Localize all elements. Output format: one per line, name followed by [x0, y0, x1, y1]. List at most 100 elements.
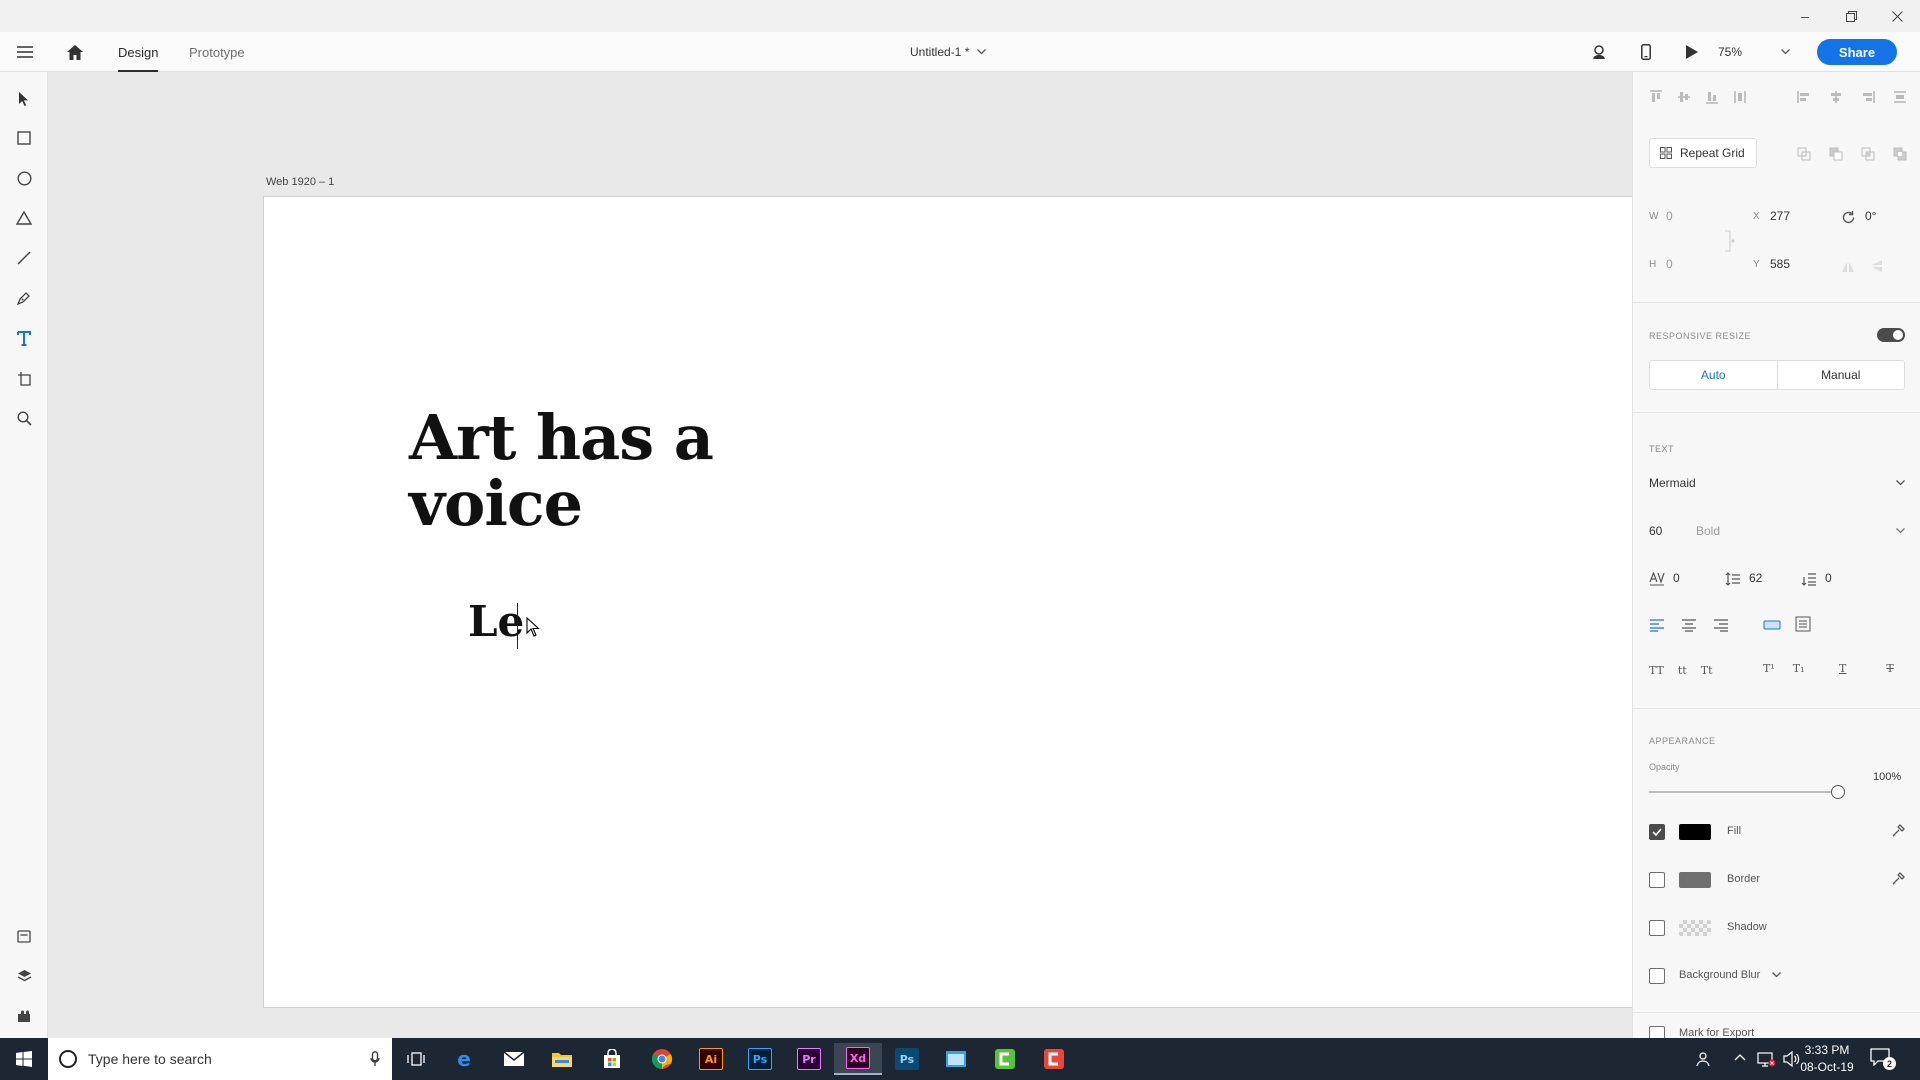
action-center-button[interactable]: 2 — [1870, 1048, 1896, 1070]
taskbar-chrome[interactable] — [638, 1043, 686, 1075]
paragraph-spacing-field[interactable]: 0 — [1825, 571, 1832, 585]
people-icon[interactable] — [1696, 1050, 1714, 1068]
responsive-resize-toggle[interactable] — [1877, 328, 1905, 342]
boolean-exclude-icon[interactable] — [1893, 147, 1907, 161]
fixed-size-text-icon[interactable] — [1795, 616, 1811, 632]
align-middle-icon[interactable] — [1677, 90, 1691, 104]
restore-button[interactable] — [1828, 0, 1874, 32]
taskbar-camtasia-red[interactable] — [1030, 1043, 1078, 1075]
text-align-right-icon[interactable] — [1713, 618, 1729, 632]
background-blur-select[interactable]: Background Blur — [1679, 969, 1782, 981]
fill-color-swatch[interactable] — [1679, 824, 1711, 840]
zoom-select[interactable]: 75% — [1718, 42, 1790, 62]
line-tool[interactable] — [12, 246, 36, 270]
polygon-tool[interactable] — [12, 206, 36, 230]
text-being-typed[interactable]: Le — [468, 597, 524, 647]
share-button[interactable]: Share — [1817, 39, 1897, 65]
x-field[interactable]: 277 — [1770, 209, 1790, 223]
rotation-field[interactable]: 0° — [1865, 209, 1876, 223]
zoom-tool[interactable] — [12, 406, 36, 430]
shadow-color-swatch[interactable] — [1679, 920, 1711, 936]
eyedropper-icon[interactable] — [1891, 872, 1905, 886]
taskbar-premiere[interactable]: Pr — [785, 1043, 833, 1075]
lowercase-icon[interactable]: tt — [1678, 664, 1687, 677]
lock-aspect-icon[interactable] — [1723, 230, 1737, 252]
border-checkbox[interactable] — [1649, 872, 1665, 888]
auto-width-text-icon[interactable] — [1763, 618, 1781, 632]
hamburger-menu-button[interactable] — [14, 42, 36, 62]
taskbar-photoshop-2[interactable]: Ps — [883, 1043, 931, 1075]
boolean-subtract-icon[interactable] — [1829, 147, 1843, 161]
background-blur-checkbox[interactable] — [1649, 968, 1665, 984]
text-align-left-icon[interactable] — [1649, 618, 1665, 632]
resize-auto-option[interactable]: Auto — [1650, 361, 1778, 389]
font-weight-select[interactable]: Bold — [1696, 524, 1905, 538]
taskbar-app-blue[interactable] — [932, 1043, 980, 1075]
flip-vertical-icon[interactable] — [1871, 259, 1883, 273]
rectangle-tool[interactable] — [12, 126, 36, 150]
fill-checkbox[interactable] — [1649, 824, 1665, 840]
chevron-up-icon[interactable] — [1734, 1053, 1746, 1061]
distribute-horizontal-icon[interactable] — [1893, 90, 1907, 104]
align-center-icon[interactable] — [1829, 90, 1843, 104]
width-field[interactable]: 0 — [1666, 209, 1673, 223]
ellipse-tool[interactable] — [12, 166, 36, 190]
taskbar-illustrator[interactable]: Ai — [687, 1043, 735, 1075]
opacity-value[interactable]: 100% — [1873, 771, 1901, 783]
character-spacing-field[interactable]: 0 — [1673, 571, 1680, 585]
tab-prototype[interactable]: Prototype — [189, 32, 245, 72]
home-button[interactable] — [64, 41, 86, 63]
text-align-center-icon[interactable] — [1681, 618, 1697, 632]
taskbar-store[interactable] — [588, 1043, 636, 1075]
tab-design[interactable]: Design — [118, 32, 159, 72]
taskbar-camtasia-green[interactable] — [981, 1043, 1029, 1075]
artboard[interactable]: Art has a voice Le — [263, 196, 1632, 1008]
strikethrough-icon[interactable]: T — [1886, 662, 1893, 675]
mark-for-export-checkbox[interactable] — [1649, 1026, 1665, 1038]
titlecase-icon[interactable]: Tt — [1701, 664, 1713, 677]
boolean-intersect-icon[interactable] — [1861, 147, 1875, 161]
select-tool[interactable] — [12, 86, 36, 110]
taskbar-photoshop[interactable]: Ps — [736, 1043, 784, 1075]
pen-tool[interactable] — [12, 286, 36, 310]
underline-icon[interactable]: T — [1839, 662, 1846, 675]
opacity-slider-thumb[interactable] — [1831, 785, 1845, 799]
taskbar-mail[interactable] — [490, 1043, 538, 1075]
taskbar-file-explorer[interactable] — [538, 1043, 586, 1075]
eyedropper-icon[interactable] — [1891, 824, 1905, 838]
start-button[interactable] — [0, 1038, 48, 1080]
close-button[interactable] — [1874, 0, 1920, 32]
opacity-slider[interactable] — [1649, 785, 1845, 799]
distribute-vertical-icon[interactable] — [1733, 90, 1747, 104]
border-color-swatch[interactable] — [1679, 872, 1711, 888]
minimize-button[interactable]: – — [1782, 0, 1828, 32]
shadow-checkbox[interactable] — [1649, 920, 1665, 936]
repeat-grid-button[interactable]: Repeat Grid — [1649, 138, 1757, 168]
line-spacing-field[interactable]: 62 — [1749, 571, 1762, 585]
uppercase-icon[interactable]: TT — [1649, 664, 1664, 677]
align-right-icon[interactable] — [1861, 90, 1875, 104]
microphone-icon[interactable] — [370, 1051, 380, 1067]
play-preview-button[interactable] — [1682, 42, 1702, 62]
taskbar-task-view[interactable] — [392, 1043, 440, 1075]
resize-manual-option[interactable]: Manual — [1778, 361, 1905, 389]
align-top-icon[interactable] — [1649, 90, 1663, 104]
text-tool[interactable] — [12, 326, 36, 350]
subscript-icon[interactable]: T₁ — [1793, 662, 1805, 675]
device-preview-button[interactable] — [1636, 42, 1656, 62]
taskbar-clock[interactable]: 3:33 PM 08-Oct-19 — [1792, 1042, 1862, 1076]
taskbar-xd[interactable]: Xd — [834, 1043, 882, 1075]
artboard-label[interactable]: Web 1920 – 1 — [266, 176, 334, 188]
align-left-icon[interactable] — [1797, 90, 1811, 104]
layers-panel-button[interactable] — [12, 964, 36, 988]
assets-panel-button[interactable] — [12, 924, 36, 948]
taskbar-edge[interactable]: e — [440, 1043, 488, 1075]
artboard-tool[interactable] — [12, 366, 36, 390]
share-for-review-button[interactable] — [1588, 42, 1610, 62]
font-family-select[interactable]: Mermaid — [1649, 476, 1905, 490]
document-title-menu[interactable]: Untitled-1 * — [910, 42, 987, 62]
align-bottom-icon[interactable] — [1705, 90, 1719, 104]
design-canvas[interactable]: Web 1920 – 1 Art has a voice Le — [48, 72, 1632, 1038]
y-field[interactable]: 585 — [1770, 257, 1790, 271]
plugins-panel-button[interactable] — [12, 1004, 36, 1028]
